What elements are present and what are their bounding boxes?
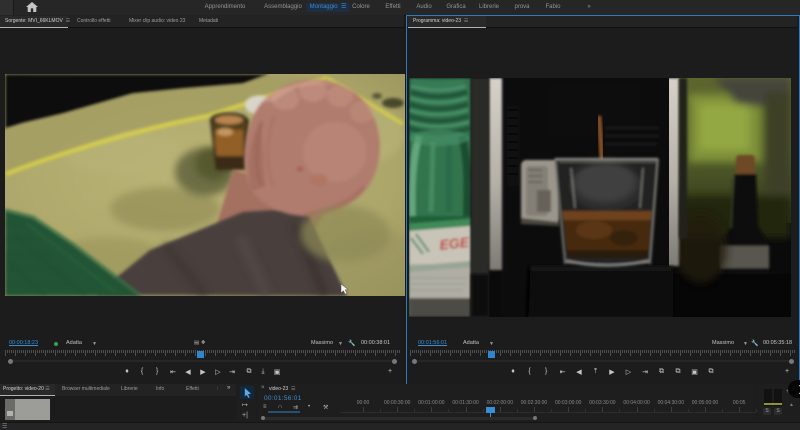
svg-text:EGE: EGE [439,234,471,253]
